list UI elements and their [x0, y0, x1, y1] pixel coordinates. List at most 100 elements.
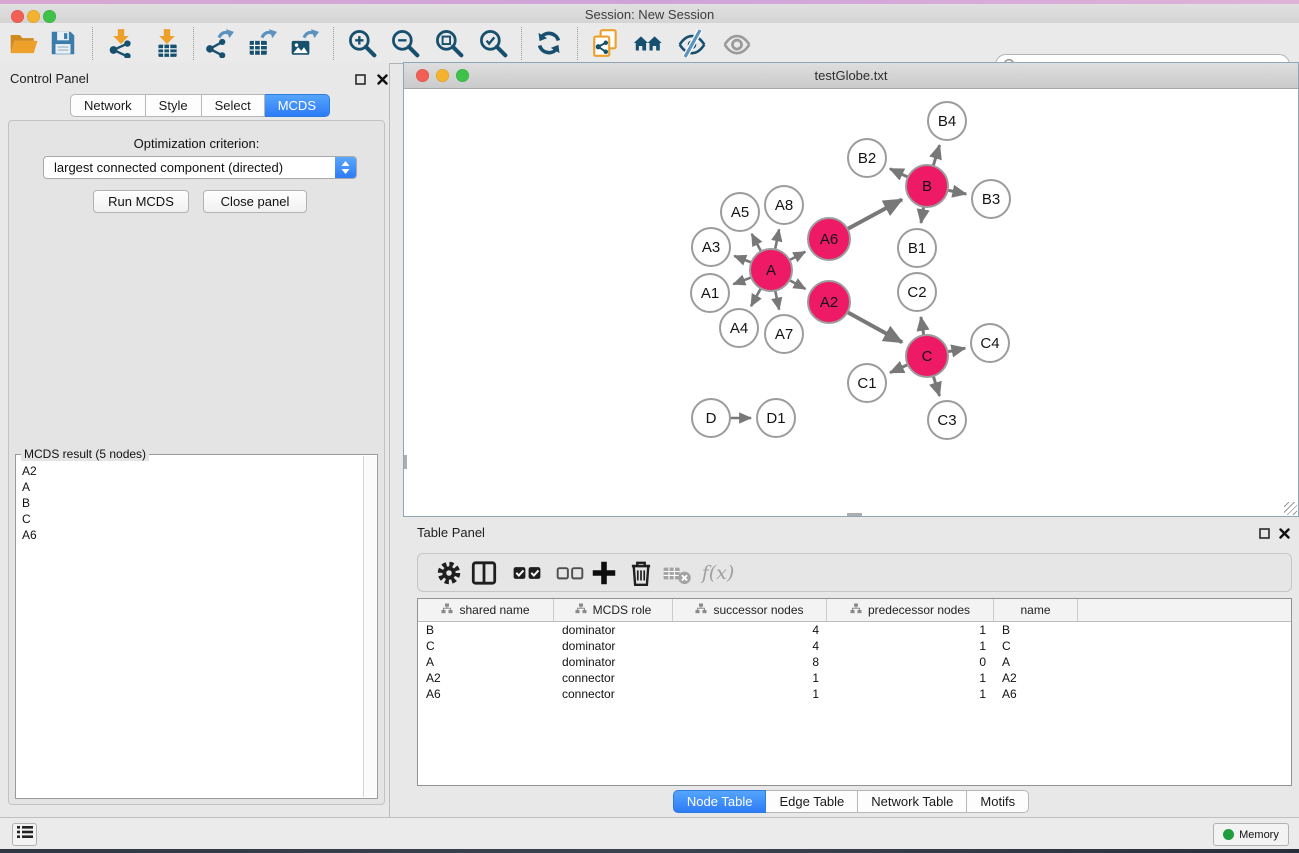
task-history-button[interactable]	[12, 823, 37, 846]
mcds-result-scrollbar[interactable]	[363, 456, 376, 797]
table-cell[interactable]: C	[418, 638, 554, 654]
table-row[interactable]: Cdominator41C	[418, 638, 1291, 654]
network-window-titlebar[interactable]: testGlobe.txt	[404, 63, 1298, 89]
table-cell[interactable]: 4	[673, 638, 827, 654]
column-header-MCDS-role[interactable]: MCDS role	[554, 599, 673, 621]
graph-node-A5[interactable]: A5	[721, 193, 759, 231]
table-cell[interactable]: C	[994, 638, 1078, 654]
table-cell[interactable]: A	[994, 654, 1078, 670]
home-icon[interactable]	[631, 26, 665, 60]
mcds-result-list[interactable]: A2ABCA6	[18, 463, 363, 796]
graph-node-B[interactable]: B	[906, 165, 948, 207]
optimization-criterion-dropdown[interactable]: largest connected component (directed)	[43, 156, 357, 179]
hide-details-icon[interactable]	[675, 26, 709, 60]
graph-node-A4[interactable]: A4	[720, 309, 758, 347]
table-row[interactable]: A2connector11A2	[418, 670, 1291, 686]
settings-gear-icon[interactable]	[434, 558, 464, 588]
open-session-icon[interactable]	[6, 26, 40, 60]
table-cell[interactable]: 1	[673, 686, 827, 702]
duplicate-network-icon[interactable]	[589, 26, 623, 60]
table-cell[interactable]: A	[418, 654, 554, 670]
graph-node-C3[interactable]: C3	[928, 401, 966, 439]
tab-motifs[interactable]: Motifs	[967, 790, 1029, 813]
table-row[interactable]: Bdominator41B	[418, 622, 1291, 638]
table-cell[interactable]: 1	[827, 670, 994, 686]
table-float-panel-icon[interactable]	[1259, 526, 1270, 544]
graph-node-A8[interactable]: A8	[765, 186, 803, 224]
dropdown-stepper-icon[interactable]	[335, 157, 356, 178]
horizontal-scrollbar-thumb[interactable]	[847, 513, 862, 516]
zoom-selected-icon[interactable]	[476, 26, 510, 60]
resize-grip-icon[interactable]	[1284, 502, 1297, 515]
refresh-layout-icon[interactable]	[532, 26, 566, 60]
table-close-panel-icon[interactable]	[1279, 526, 1290, 544]
graph-node-C4[interactable]: C4	[971, 324, 1009, 362]
select-all-icon[interactable]	[512, 558, 542, 588]
column-header-shared-name[interactable]: shared name	[418, 599, 554, 621]
export-image-icon[interactable]	[287, 26, 321, 60]
zoom-out-icon[interactable]	[388, 26, 422, 60]
table-cell[interactable]: 4	[673, 622, 827, 638]
tab-select[interactable]: Select	[202, 94, 265, 117]
table-cell[interactable]: dominator	[554, 622, 673, 638]
column-header-name[interactable]: name	[994, 599, 1078, 621]
graph-node-B1[interactable]: B1	[898, 229, 936, 267]
table-cell[interactable]: A6	[994, 686, 1078, 702]
table-cell[interactable]: 1	[827, 686, 994, 702]
graph-node-B4[interactable]: B4	[928, 102, 966, 140]
export-table-icon[interactable]	[245, 26, 279, 60]
column-header-successor-nodes[interactable]: successor nodes	[673, 599, 827, 621]
tab-mcds[interactable]: MCDS	[265, 94, 330, 117]
graph-node-D1[interactable]: D1	[757, 399, 795, 437]
graph-node-B3[interactable]: B3	[972, 180, 1010, 218]
table-cell[interactable]: A6	[418, 686, 554, 702]
zoom-in-icon[interactable]	[345, 26, 379, 60]
table-cell[interactable]: 1	[673, 670, 827, 686]
tab-network-table[interactable]: Network Table	[858, 790, 967, 813]
graph-node-A6[interactable]: A6	[808, 218, 850, 260]
memory-button[interactable]: Memory	[1213, 823, 1289, 846]
graph-node-A7[interactable]: A7	[765, 315, 803, 353]
network-canvas[interactable]: B4B2BB3A5A8A6A3B1AA1C2A2A4A7C4CC1C3DD1	[404, 89, 1298, 516]
import-network-icon[interactable]	[104, 26, 138, 60]
graph-node-B2[interactable]: B2	[848, 139, 886, 177]
graph-node-C1[interactable]: C1	[848, 364, 886, 402]
close-panel-icon[interactable]	[377, 72, 388, 90]
mcds-result-item[interactable]: A6	[18, 527, 363, 543]
graph-node-C[interactable]: C	[906, 335, 948, 377]
table-cell[interactable]: A2	[418, 670, 554, 686]
graph-node-A[interactable]: A	[750, 249, 792, 291]
delete-column-icon[interactable]	[626, 558, 656, 588]
export-network-icon[interactable]	[202, 26, 236, 60]
deselect-all-icon[interactable]	[555, 558, 585, 588]
tab-edge-table[interactable]: Edge Table	[766, 790, 858, 813]
table-cell[interactable]: connector	[554, 670, 673, 686]
save-session-icon[interactable]	[46, 26, 80, 60]
graph-node-A2[interactable]: A2	[808, 281, 850, 323]
table-cell[interactable]: B	[994, 622, 1078, 638]
graph-node-A3[interactable]: A3	[692, 228, 730, 266]
mcds-result-item[interactable]: A	[18, 479, 363, 495]
table-row[interactable]: A6connector11A6	[418, 686, 1291, 702]
show-details-icon[interactable]	[720, 26, 754, 60]
table-cell[interactable]: dominator	[554, 654, 673, 670]
mcds-result-item[interactable]: A2	[18, 463, 363, 479]
tab-style[interactable]: Style	[146, 94, 202, 117]
table-cell[interactable]: 0	[827, 654, 994, 670]
delete-table-icon[interactable]	[662, 558, 692, 588]
table-cell[interactable]: A2	[994, 670, 1078, 686]
mcds-result-item[interactable]: C	[18, 511, 363, 527]
table-cell[interactable]: connector	[554, 686, 673, 702]
table-cell[interactable]: 8	[673, 654, 827, 670]
table-row[interactable]: Adominator80A	[418, 654, 1291, 670]
table-cell[interactable]: 1	[827, 622, 994, 638]
function-builder-icon[interactable]: f(x)	[698, 558, 738, 588]
tab-node-table[interactable]: Node Table	[673, 790, 767, 813]
close-panel-button[interactable]: Close panel	[203, 190, 307, 213]
mcds-result-item[interactable]: B	[18, 495, 363, 511]
graph-node-A1[interactable]: A1	[691, 274, 729, 312]
tab-network[interactable]: Network	[70, 94, 146, 117]
run-mcds-button[interactable]: Run MCDS	[93, 190, 189, 213]
table-cell[interactable]: dominator	[554, 638, 673, 654]
split-panel-icon[interactable]	[469, 558, 499, 588]
